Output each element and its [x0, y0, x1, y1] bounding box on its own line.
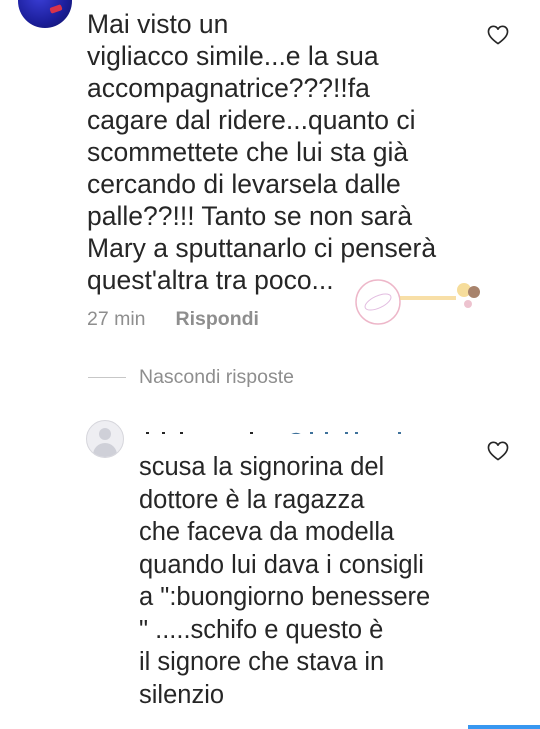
divider-line [88, 377, 126, 378]
reply-button[interactable]: Rispondi [176, 308, 259, 331]
watermark-logo [355, 279, 480, 325]
reply-username-cropped [140, 424, 410, 434]
avatar-placeholder-icon[interactable] [86, 420, 124, 458]
reply-comment-text: scusa la signorina del dottore è la raga… [139, 453, 431, 709]
heart-outline-icon[interactable] [487, 25, 509, 45]
hide-replies-label: Nascondi risposte [139, 366, 294, 388]
comment-text: Mai visto un vigliacco simile...e la sua… [87, 9, 437, 295]
commenter-avatar[interactable] [18, 0, 72, 28]
comment-meta: 27 min Rispondi [87, 308, 259, 331]
comment-timestamp: 27 min [87, 308, 146, 330]
heart-outline-icon[interactable] [487, 441, 509, 461]
hide-replies-button[interactable]: Nascondi risposte [88, 366, 294, 389]
bottom-accent-bar [468, 725, 540, 729]
